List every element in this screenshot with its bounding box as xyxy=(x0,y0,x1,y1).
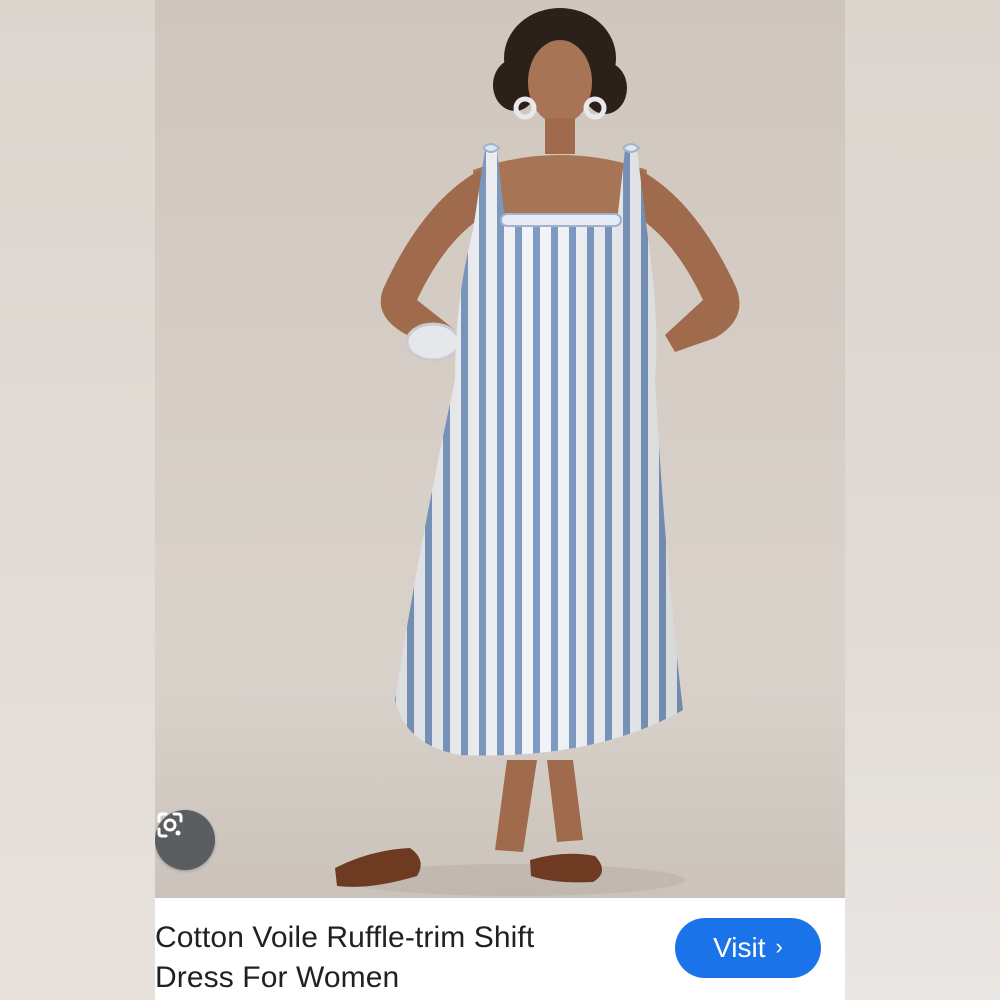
result-card[interactable]: Cotton Voile Ruffle-trim Shift Dress For… xyxy=(155,0,845,1000)
leg-left xyxy=(495,760,537,852)
screenshot-frame: Cotton Voile Ruffle-trim Shift Dress For… xyxy=(0,0,1000,1000)
visit-button[interactable]: Visit › xyxy=(675,918,821,978)
product-title[interactable]: Cotton Voile Ruffle-trim Shift Dress For… xyxy=(155,918,625,998)
blurred-background-left xyxy=(0,0,155,1000)
leg-right xyxy=(547,760,583,842)
product-title-line-2: Dress For Women xyxy=(155,961,400,994)
ruffle-neckline xyxy=(500,213,622,227)
model-illustration xyxy=(335,8,740,896)
result-caption: Cotton Voile Ruffle-trim Shift Dress For… xyxy=(155,898,845,1000)
bracelet xyxy=(405,322,461,362)
visit-button-label: Visit xyxy=(713,932,766,963)
product-photo[interactable] xyxy=(155,0,845,898)
product-title-line-1: Cotton Voile Ruffle-trim Shift xyxy=(155,921,535,954)
blurred-background-right xyxy=(845,0,1000,1000)
chevron-right-icon: › xyxy=(775,934,783,959)
sandal-right xyxy=(530,853,603,883)
google-lens-button[interactable] xyxy=(155,810,215,870)
google-lens-icon xyxy=(157,812,183,838)
face xyxy=(528,40,592,124)
